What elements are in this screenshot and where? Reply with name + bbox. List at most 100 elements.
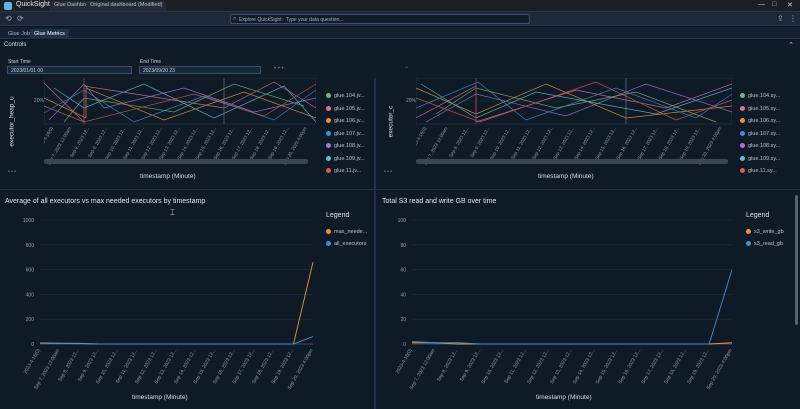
x-tick-label: Sep 18, 2023 12... [657,126,680,160]
window-title-bar: QuickSight Glue Dashboard Original dashb… [0,0,800,12]
tab-glue-metrics[interactable]: Glue Metrics [30,29,69,39]
heap-legend-item[interactable]: glue.11.jv... [326,168,361,174]
legend-label: glue.11.sy... [748,168,777,174]
x-tick-label: 2023-4-16(0) [44,126,54,151]
legend-swatch [740,143,745,149]
legend-swatch [326,143,331,149]
x-tick-label: Sep 10, 2023 12... [489,126,512,160]
x-axis-title: timestamp (Minute) [536,394,592,401]
cpu-legend-item[interactable]: glue.108.sy... [740,143,780,149]
redo-icon[interactable]: ⟳ [17,14,24,23]
legend-swatch [740,105,745,111]
x-tick-label: Sep 7, 2023 12:00am [408,348,436,391]
legend-label: glue.104.sy... [748,93,781,99]
x-tick-label: Sep 9, 2023 12... [459,348,482,383]
legend-item-max-needed[interactable]: max_neede... [326,229,367,235]
cpu-legend-item[interactable]: glue.107.sy... [740,131,780,137]
x-tick-label: Sep 19, 2023 12... [679,126,702,160]
y-tick-label: 800 [26,243,35,249]
y-tick-label: 20 [400,317,406,323]
legend-title: Legend [746,212,770,219]
y-tick-label: 0 [403,342,406,348]
x-axis-title: timestamp (Minute) [538,173,594,180]
cpu-legend-item[interactable]: glue.106.sy... [740,118,780,124]
legend-swatch [326,130,331,136]
x-tick-label: Sep 8, 2023 12... [57,348,80,383]
series-line-all-executors[interactable] [39,336,314,345]
x-tick-label: Sep 11, 2023 12... [503,348,528,385]
x-tick-label: Sep 14, 2023 12... [573,126,596,160]
sheet-tab-bar: Glue Jobs Glue Metrics [0,27,800,39]
heap-legend-item[interactable]: glue.104.jv... [326,93,365,99]
y-tick-label: 20% [406,98,417,104]
legend-swatch [326,118,331,124]
x-tick-label: Sep 11, 2023 12... [510,126,533,160]
maximize-button[interactable]: □ [772,1,776,8]
start-time-input[interactable]: 2023/01/01 00 [7,66,132,74]
y-tick-label: 60 [400,268,406,274]
drag-handle[interactable]: • • • [274,66,284,72]
drag-handle[interactable]: ⌃ [404,66,409,73]
x-tick-label: Sep 10, 2023 12... [480,348,505,385]
x-tick-label: Sep 15, 2023 12... [594,126,617,160]
pagination-dots[interactable]: • • • [8,169,16,175]
legend-label: glue.106.jv... [334,118,365,124]
x-tick-label: Sep 16, 2023 12... [617,348,642,385]
legend-swatch [326,93,331,99]
x-tick-label: Sep 13, 2023 12... [549,348,574,385]
more-icon[interactable]: ⋮ [789,14,797,23]
x-tick-label: Sep 12, 2023 12... [526,348,551,385]
series-line-s3-read-gb[interactable] [411,269,733,345]
x-tick-label: Sep 9, 2023 12... [87,126,108,158]
horizontal-scrollbar[interactable] [44,159,308,164]
x-tick-label: Sep 9, 2023 12... [469,126,490,158]
legend-label: glue.106.sy... [748,118,781,124]
x-tick-label: Sep 9, 2023 12... [77,348,100,383]
back-icon[interactable]: ⟲ [5,14,12,23]
minimize-button[interactable]: — [758,1,765,8]
cpu-legend-item[interactable]: glue.109.sy... [740,156,780,162]
x-tick-label: 2023-4-16(0) [416,126,428,151]
executors-chart-panel: Average of all executors vs max needed e… [0,190,374,409]
heap-legend-item[interactable]: glue.107.jv... [326,131,365,137]
legend-swatch [326,155,331,161]
pagination-dots[interactable]: • • • [384,169,392,175]
start-time-label: Start Time [8,59,31,65]
cpu-legend-item[interactable]: glue.105.sy... [740,106,780,112]
x-tick-label: Sep 20, 2023 4:00pm [706,348,734,391]
heap-legend-item[interactable]: glue.108.jv... [326,143,365,149]
legend-label: glue.108.jv... [334,143,365,149]
legend-item-s3-read[interactable]: s3_read_gb [746,241,783,247]
x-axis-title: timestamp (Minute) [132,394,188,401]
heap-legend-item[interactable]: glue.106.jv... [326,118,365,124]
x-tick-label: 2023-4-16(0) [395,348,414,375]
x-tick-label: Sep 15, 2023 12... [595,348,620,385]
y-tick-label: 20% [34,98,45,104]
x-tick-label: Sep 14, 2023 12... [572,348,597,385]
legend-swatch [740,93,745,99]
legend-label: glue.104.jv... [334,93,365,99]
series-line-max-neede-[interactable] [39,262,314,345]
search-input[interactable]: ⌕ Explore QuickSight · Type your data qu… [230,14,530,24]
x-tick-label: Sep 8, 2023 12... [448,126,469,158]
executor-cpu-panel: ⌃ executor_c 20% 2023-4-16(0) Sep 7, 2023… [376,67,800,188]
browser-tab-original-dashboard[interactable]: Original dashboard (Modified) [86,1,167,11]
share-icon[interactable]: ⇪ [777,14,784,23]
x-tick-label: Sep 18, 2023 12... [663,348,688,385]
vertical-scrollbar[interactable] [795,195,798,325]
cpu-legend-item[interactable]: glue.104.sy... [740,93,780,99]
cpu-legend-item[interactable]: glue.11.sy... [740,168,777,174]
heap-legend-item[interactable]: glue.105.jv... [326,106,365,112]
x-tick-label: Sep 13, 2023 12... [552,126,575,160]
close-button[interactable]: ✕ [787,1,793,9]
end-time-input[interactable]: 2023/09/20 23 [139,66,261,74]
legend-item-all-executors[interactable]: all_executors [326,241,366,247]
collapse-icon[interactable]: ⌃ [788,41,794,49]
legend-item-s3-write[interactable]: s3_write_gb [746,229,784,235]
x-tick-label: Sep 11, 2023 12... [115,348,140,385]
horizontal-scrollbar[interactable] [416,159,728,164]
y-axis-title: executor_heap_u [8,96,16,147]
legend-swatch [740,130,745,136]
quicksight-logo-icon [4,2,12,10]
heap-legend-item[interactable]: glue.109.jv... [326,156,365,162]
